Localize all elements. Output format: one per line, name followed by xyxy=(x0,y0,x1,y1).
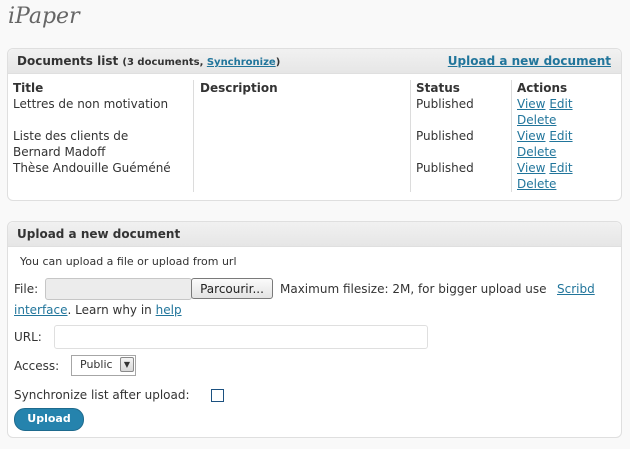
sync-checkbox[interactable] xyxy=(211,389,224,402)
description-column: Description xyxy=(193,80,414,192)
table-row-title: Liste des clients de Bernard Madoff xyxy=(13,129,129,159)
table-row-description xyxy=(200,96,414,128)
upload-new-document-link[interactable]: Upload a new document xyxy=(448,49,611,73)
access-selected-value: Public xyxy=(80,358,113,371)
chevron-down-icon: ▼ xyxy=(120,357,134,372)
filesize-text: Maximum filesize: 2M, for bigger upload … xyxy=(280,282,547,296)
help-link[interactable]: help xyxy=(156,303,182,317)
table-row-description xyxy=(200,128,414,160)
table-row-status: Published xyxy=(416,97,474,111)
url-input[interactable] xyxy=(54,325,428,349)
access-select[interactable]: Public ▼ xyxy=(71,355,136,376)
scribd-link-part1[interactable]: Scribd xyxy=(557,282,595,296)
file-label: File: xyxy=(14,282,39,296)
table-row-status: Published xyxy=(416,161,474,175)
row-actions: View Edit Delete xyxy=(517,96,617,128)
delete-link[interactable]: Delete xyxy=(517,177,556,191)
file-row: File: xyxy=(14,282,38,296)
delete-link[interactable]: Delete xyxy=(517,145,556,159)
row-actions: View Edit Delete xyxy=(517,160,617,192)
documents-count: 3 documents xyxy=(126,57,200,68)
documents-panel-header: Documents list (3 documents, Synchronize… xyxy=(8,49,621,74)
url-row: URL: xyxy=(14,325,428,349)
browse-button[interactable]: Parcourir... xyxy=(191,278,273,299)
upload-intro: You can upload a file or upload from url xyxy=(20,255,237,268)
access-row: Access: Public ▼ xyxy=(14,355,136,376)
column-header-description: Description xyxy=(200,81,278,95)
table-row-title: Lettres de non motivation xyxy=(13,97,169,111)
delete-link[interactable]: Delete xyxy=(517,113,556,127)
status-column: Status Published Published Published xyxy=(410,80,510,192)
scribd-interface-link[interactable]: interface xyxy=(14,303,68,317)
column-header-status: Status xyxy=(416,81,460,95)
upload-heading: Upload a new document xyxy=(17,227,181,241)
column-header-actions: Actions xyxy=(517,81,568,95)
row-actions: View Edit Delete xyxy=(517,128,617,160)
sync-label: Synchronize list after upload: xyxy=(14,388,190,402)
access-label: Access: xyxy=(14,359,60,373)
upload-panel: Upload a new document You can upload a f… xyxy=(7,221,622,438)
view-link[interactable]: View xyxy=(517,161,545,175)
url-label: URL: xyxy=(14,330,42,344)
actions-column: Actions View Edit Delete View Edit Delet… xyxy=(511,80,617,192)
synchronize-link[interactable]: Synchronize xyxy=(207,57,276,68)
view-link[interactable]: View xyxy=(517,97,545,111)
learn-why-text: . Learn why in xyxy=(67,303,152,317)
edit-link[interactable]: Edit xyxy=(549,161,572,175)
page-title: iPaper xyxy=(8,4,80,29)
documents-heading: Documents list xyxy=(17,54,119,68)
title-column: Title Lettres de non motivation Liste de… xyxy=(13,80,193,192)
table-row-status: Published xyxy=(416,129,474,143)
edit-link[interactable]: Edit xyxy=(549,129,572,143)
documents-meta: (3 documents, Synchronize) xyxy=(122,57,281,68)
view-link[interactable]: View xyxy=(517,129,545,143)
filesize-note-line2: interface. Learn why in help xyxy=(14,303,182,317)
edit-link[interactable]: Edit xyxy=(549,97,572,111)
upload-submit-button[interactable]: Upload xyxy=(14,408,84,431)
upload-panel-header: Upload a new document xyxy=(8,222,621,247)
sync-row: Synchronize list after upload: xyxy=(14,388,224,402)
filesize-note: Maximum filesize: 2M, for bigger upload … xyxy=(280,282,547,296)
documents-panel: Documents list (3 documents, Synchronize… xyxy=(7,48,622,201)
file-path-input[interactable] xyxy=(45,278,192,300)
column-header-title: Title xyxy=(13,81,44,95)
table-row-description xyxy=(200,160,414,192)
table-row-title: Thèse Andouille Guéméné xyxy=(13,161,171,175)
